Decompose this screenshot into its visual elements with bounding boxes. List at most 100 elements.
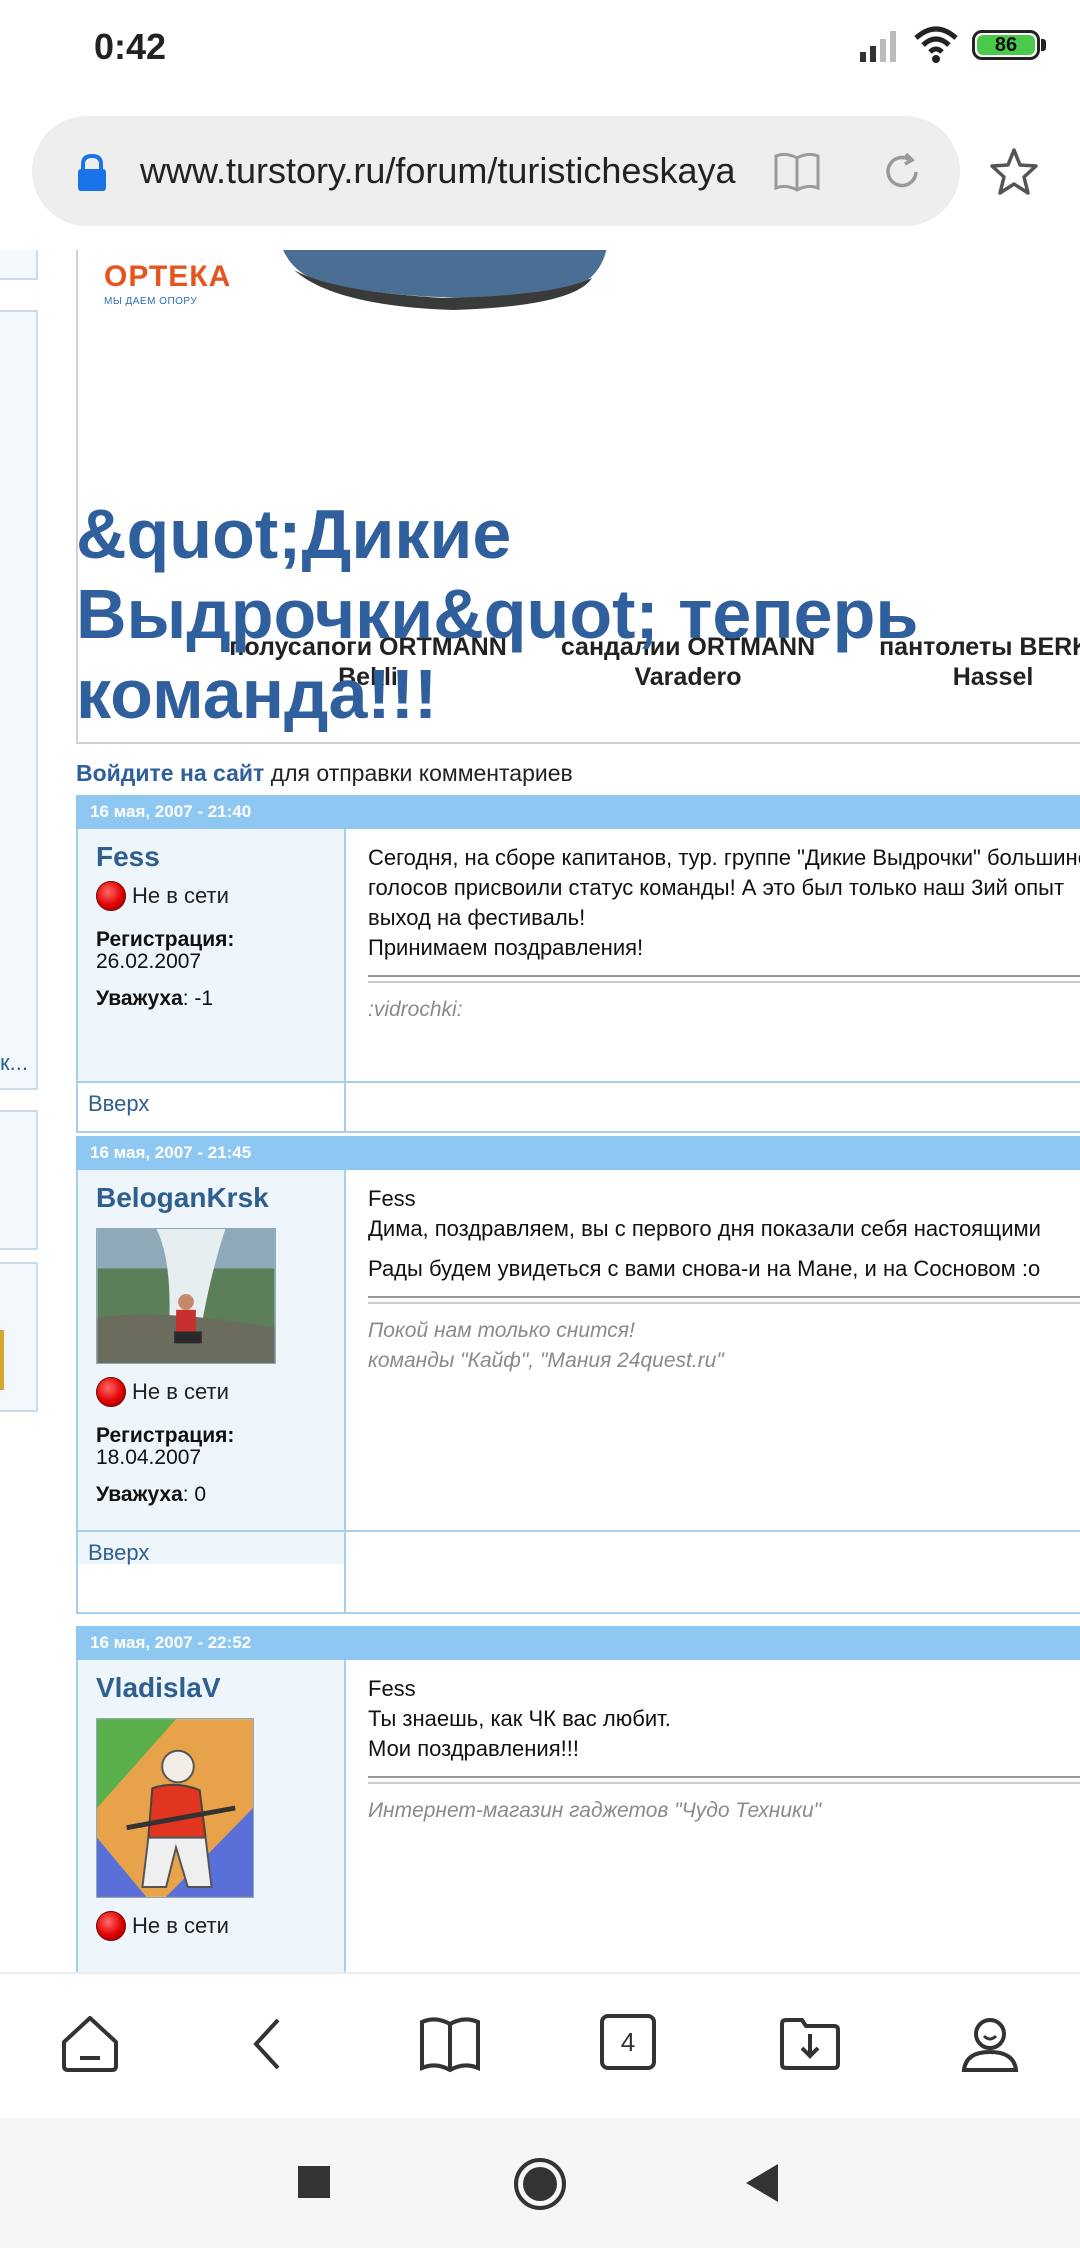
browser-toolbar: 4	[0, 1972, 1080, 2118]
back-icon[interactable]	[236, 2012, 300, 2076]
comment-body: VladislaV Не в сети Fess Ты знаешь, как …	[76, 1660, 1080, 1972]
comment-text: Сегодня, на сборе капитанов, тур. группе…	[368, 843, 1080, 1025]
brand-logo[interactable]: ОРТЕКА МЫ ДАЕМ ОПОРУ	[104, 260, 231, 307]
back-nav-icon[interactable]	[742, 2162, 782, 2204]
comment-date: 16 мая, 2007 - 21:45	[76, 1136, 1080, 1170]
wifi-icon	[914, 26, 958, 63]
karma-label: Уважуха	[96, 1483, 183, 1506]
author-panel: VladislaV Не в сети	[78, 1660, 346, 1972]
author-panel: BeloganKrsk Не в сети Регистрация: 18.04…	[78, 1170, 346, 1564]
karma: Уважуха: -1	[96, 987, 344, 1011]
comment-line: выход на фестиваль!	[368, 905, 586, 930]
battery-tip	[1041, 39, 1046, 51]
recents-icon[interactable]	[296, 2164, 332, 2200]
status-bar: 0:42 86	[0, 0, 1080, 100]
back-to-top-link[interactable]: Вверх	[88, 1540, 149, 1566]
home-nav-icon[interactable]	[512, 2156, 568, 2212]
clock: 0:42	[94, 26, 167, 67]
comment-date: 16 мая, 2007 - 22:52	[76, 1626, 1080, 1660]
registration-label: Регистрация:	[96, 928, 235, 951]
comment-line: голосов присвоили статус команды! А это …	[368, 875, 1065, 900]
comment-line: Сегодня, на сборе капитанов, тур. группе…	[368, 845, 1080, 870]
online-status-text: Не в сети	[132, 1379, 229, 1404]
comment-body: BeloganKrsk Не в сети Регистрация: 18.04…	[76, 1170, 1080, 1614]
sidebar-more-link[interactable]: к...	[0, 1050, 28, 1076]
reader-mode-icon[interactable]	[772, 150, 822, 194]
tabs-button[interactable]: 4	[600, 2014, 656, 2070]
comment-line: Мои поздравления!!!	[368, 1736, 579, 1761]
url-text[interactable]: www.turstory.ru/forum/turisticheskaya	[140, 148, 750, 194]
brand-tagline: МЫ ДАЕМ ОПОРУ	[104, 296, 198, 307]
sidebar-fragment	[0, 250, 38, 280]
back-to-top-link[interactable]: Вверх	[88, 1091, 149, 1117]
login-prompt: Войдите на сайт для отправки комментарие…	[76, 760, 573, 787]
downloads-icon[interactable]	[778, 2012, 842, 2076]
registration-label: Регистрация:	[96, 1424, 235, 1447]
author-name[interactable]: VladislaV	[96, 1672, 344, 1704]
system-navigation-bar	[0, 2118, 1080, 2248]
registration-date: 18.04.2007	[96, 1446, 202, 1469]
address-bar[interactable]: www.turstory.ru/forum/turisticheskaya	[32, 116, 960, 226]
author-avatar[interactable]	[96, 1718, 254, 1898]
battery-icon: 86	[972, 30, 1040, 60]
brand-name: ОРТЕКА	[104, 260, 232, 293]
home-icon[interactable]	[58, 2012, 122, 2076]
comment: 16 мая, 2007 - 21:40 Fess Не в сети Реги…	[76, 795, 1080, 1133]
reload-icon[interactable]	[880, 150, 924, 194]
sidebar-fragment	[0, 310, 38, 1090]
comment-text: Fess Ты знаешь, как ЧК вас любит. Мои по…	[368, 1674, 1080, 1826]
author-name[interactable]: Fess	[96, 841, 344, 873]
page-title: &quot;Дикие Выдрочки&quot; теперь команд…	[76, 495, 919, 733]
browser-header: www.turstory.ru/forum/turisticheskaya	[0, 100, 1080, 250]
bookmarks-icon[interactable]	[418, 2012, 482, 2076]
online-status: Не в сети	[96, 1377, 344, 1407]
offline-dot-icon	[96, 1377, 126, 1407]
sidebar-fragment	[0, 1110, 38, 1250]
author-name[interactable]: BeloganKrsk	[96, 1182, 344, 1214]
signature: команды "Кайф", "Мания 24quest.ru"	[368, 1349, 724, 1372]
comment: 16 мая, 2007 - 21:45 BeloganKrsk Не в се…	[76, 1136, 1080, 1614]
registration-date: 26.02.2007	[96, 950, 202, 973]
login-link[interactable]: Войдите на сайт	[76, 760, 264, 786]
comment-line: Принимаем поздравления!	[368, 935, 644, 960]
lock-icon	[78, 154, 106, 191]
comment: 16 мая, 2007 - 22:52 VladislaV Не в сети	[76, 1626, 1080, 1972]
sandal-product-image[interactable]	[658, 250, 858, 260]
karma-value: : 0	[182, 1483, 207, 1506]
cellular-signal-icon	[860, 31, 896, 62]
offline-dot-icon	[96, 881, 126, 911]
quote-author: Fess	[368, 1676, 416, 1701]
battery-level: 86	[977, 34, 1035, 56]
author-panel: Fess Не в сети Регистрация: 26.02.2007 У…	[78, 829, 346, 1083]
comment-body: Fess Не в сети Регистрация: 26.02.2007 У…	[76, 829, 1080, 1133]
karma: Уважуха: 0	[96, 1483, 344, 1507]
signature-divider	[368, 1296, 1080, 1304]
online-status: Не в сети	[96, 881, 344, 911]
signature: Интернет-магазин гаджетов "Чудо Техники"	[368, 1799, 822, 1822]
signature: :vidrochki:	[368, 998, 463, 1021]
slipper-product-image[interactable]	[978, 250, 1080, 260]
registration: Регистрация: 18.04.2007	[96, 1425, 344, 1469]
karma-value: : -1	[182, 987, 214, 1010]
comment-footer: Вверх	[78, 1530, 1080, 1612]
boot-product-image[interactable]	[274, 250, 614, 310]
comment-footer-left: Вверх	[78, 1083, 346, 1131]
signature: Покой нам только снится!	[368, 1319, 635, 1342]
quote-author: Fess	[368, 1186, 416, 1211]
karma-label: Уважуха	[96, 987, 183, 1010]
comment-footer-left: Вверх	[78, 1532, 346, 1612]
comment-line: Дима, поздравляем, вы с первого дня пока…	[368, 1216, 1041, 1241]
registration: Регистрация: 26.02.2007	[96, 929, 344, 973]
sidebar-fragment	[0, 1262, 38, 1412]
comment-date: 16 мая, 2007 - 21:40	[76, 795, 1080, 829]
comment-footer: Вверх	[78, 1081, 1080, 1131]
signature-divider	[368, 975, 1080, 983]
login-prompt-text: для отправки комментариев	[264, 760, 573, 786]
sidebar-image-edge	[0, 1330, 4, 1390]
comment-line: Рады будем увидеться с вами снова-и на М…	[368, 1256, 1041, 1281]
online-status-text: Не в сети	[132, 883, 229, 908]
author-avatar[interactable]	[96, 1228, 276, 1364]
comment-line: Ты знаешь, как ЧК вас любит.	[368, 1706, 671, 1731]
bookmark-star-icon[interactable]	[988, 146, 1040, 198]
profile-icon[interactable]	[958, 2012, 1022, 2076]
